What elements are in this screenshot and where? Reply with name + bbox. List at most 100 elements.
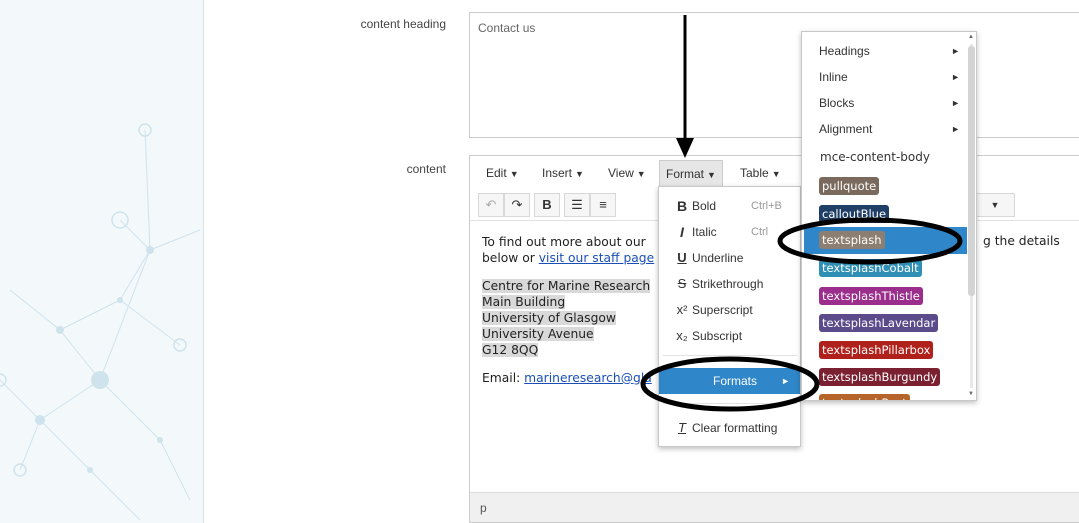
submenu-item-alignment[interactable]: Alignment ►	[802, 116, 968, 142]
address-text: Main Building	[482, 295, 566, 309]
menu-insert[interactable]: Insert ▼	[536, 163, 590, 183]
submenu-item-inline[interactable]: Inline ►	[802, 64, 968, 90]
menu-view-label: View	[608, 166, 634, 180]
style-textsplash-pillarbox[interactable]: textsplashPillarbox	[819, 341, 934, 359]
bold-button[interactable]: B	[534, 193, 560, 217]
bold-icon: B	[676, 198, 688, 214]
content-heading-label: content heading	[360, 17, 446, 31]
style-textsplash-thistle[interactable]: textsplashThistle	[819, 287, 923, 305]
chevron-down-icon: ▼	[509, 169, 519, 179]
editor-menubar: Edit ▼ Insert ▼ View ▼ Format ▼ Table ▼	[470, 156, 1079, 189]
menu-view[interactable]: View ▼	[602, 163, 652, 183]
submenu-item-label: Headings	[819, 44, 870, 58]
address-line: University Avenue	[482, 326, 654, 342]
submenu-item-content-body[interactable]: mce-content-body	[820, 150, 930, 164]
address-text: University of Glasgow	[482, 311, 616, 325]
menu-item-label: Superscript	[692, 303, 753, 317]
menu-item-bold[interactable]: B Bold Ctrl+B	[659, 193, 800, 219]
email-link[interactable]: marineresearch@gla	[524, 371, 652, 385]
superscript-icon: x²	[676, 302, 688, 317]
menu-item-label: Formats	[713, 374, 758, 388]
content-label: content	[406, 162, 446, 176]
menu-item-subscript[interactable]: x₂ Subscript	[659, 323, 800, 349]
chevron-right-icon: ►	[951, 98, 960, 108]
menu-item-label: Underline	[692, 251, 744, 265]
email-line: Email: marineresearch@gla	[482, 370, 654, 386]
style-textsplash-burgundy[interactable]: textsplashBurgundy	[819, 368, 941, 386]
strikethrough-icon: S	[677, 276, 687, 291]
redo-icon[interactable]: ↷	[504, 193, 530, 217]
editor-statusbar: p	[470, 492, 1079, 522]
menu-item-label: Strikethrough	[692, 277, 764, 291]
menu-edit[interactable]: Edit ▼	[480, 163, 525, 183]
chevron-down-icon: ▼	[771, 169, 781, 179]
scroll-up-icon: ▲	[968, 34, 974, 40]
menu-item-label: Bold	[692, 199, 717, 213]
submenu-item-label: Inline	[819, 70, 848, 84]
scrollbar-thumb[interactable]	[968, 46, 975, 296]
submenu-item-label: Alignment	[819, 122, 873, 136]
bullet-list-icon[interactable]: ≡	[590, 193, 616, 217]
side-panel-decoration	[0, 0, 204, 523]
menu-item-label: Italic	[692, 225, 717, 239]
menu-format[interactable]: Format ▼	[659, 160, 723, 189]
style-callout-blue[interactable]: calloutBlue	[819, 205, 890, 223]
chevron-down-icon: ▼	[575, 169, 584, 179]
style-textsplash-rust[interactable]: textsplashRust	[819, 394, 910, 400]
chevron-right-icon: ►	[951, 46, 960, 56]
chevron-right-icon: ►	[781, 376, 790, 386]
shortcut-hint: Ctrl+B	[751, 200, 782, 212]
editor-body[interactable]: To find out more about our below or visi…	[482, 234, 654, 386]
shortcut-hint: Ctrl	[751, 226, 769, 238]
staff-page-link[interactable]: visit our staff page	[539, 251, 654, 265]
address-text: University Avenue	[482, 327, 594, 341]
menu-item-strikethrough[interactable]: S Strikethrough	[659, 271, 800, 297]
menu-item-superscript[interactable]: x² Superscript	[659, 297, 800, 323]
paragraph-line: To find out more about our	[482, 235, 646, 249]
scroll-down-icon: ▼	[968, 391, 974, 397]
address-line: Centre for Marine Research	[482, 278, 654, 294]
style-textsplash[interactable]: textsplash	[819, 231, 885, 249]
content-heading-field[interactable]: Contact us	[469, 12, 1079, 138]
submenu-item-blocks[interactable]: Blocks ►	[802, 90, 968, 116]
address-block: Centre for Marine Research Main Building…	[482, 278, 654, 358]
format-dropdown-menu: B Bold Ctrl+B I Italic Ctrl U Underline …	[658, 186, 801, 447]
paragraph-line-continuation: g the details	[983, 234, 1060, 248]
submenu-item-label: Blocks	[819, 96, 855, 110]
menu-divider	[663, 403, 797, 404]
menu-item-underline[interactable]: U Underline	[659, 245, 800, 271]
chevron-down-icon: ▼	[707, 170, 716, 180]
submenu-scrollbar[interactable]: ▲ ▼	[968, 34, 975, 398]
menu-edit-label: Edit	[486, 166, 507, 180]
chevron-down-icon: ▼	[636, 169, 646, 179]
undo-icon[interactable]: ↶	[478, 193, 504, 217]
style-select[interactable]: ▼	[975, 193, 1015, 217]
style-textsplash-cobalt[interactable]: textsplashCobalt	[819, 259, 922, 277]
menu-table-label: Table	[740, 166, 769, 180]
address-text: G12 8QQ	[482, 343, 539, 357]
address-line: University of Glasgow	[482, 310, 654, 326]
menu-item-formats[interactable]: Formats ►	[659, 368, 800, 394]
menu-table[interactable]: Table ▼	[734, 163, 787, 183]
chevron-right-icon: ►	[951, 72, 960, 82]
paragraph-text: below or	[482, 251, 539, 265]
italic-icon: I	[680, 224, 684, 240]
network-graphic	[0, 123, 201, 521]
submenu-item-headings[interactable]: Headings ►	[802, 38, 968, 64]
paragraph-line: below or visit our staff page	[482, 250, 654, 266]
element-path[interactable]: p	[480, 501, 487, 515]
menu-insert-label: Insert	[542, 166, 573, 180]
style-textsplash-lavendar[interactable]: textsplashLavendar	[819, 314, 939, 332]
align-left-icon[interactable]: ☰	[564, 193, 590, 217]
underline-icon: U	[677, 250, 687, 265]
clear-formatting-icon: T	[678, 420, 686, 435]
menu-item-italic[interactable]: I Italic Ctrl	[659, 219, 800, 245]
chevron-right-icon: ►	[951, 124, 960, 134]
address-line: G12 8QQ	[482, 342, 654, 358]
style-pullquote[interactable]: pullquote	[819, 177, 880, 195]
menu-format-label: Format	[666, 167, 705, 181]
formats-submenu: Headings ► Inline ► Blocks ► Alignment ►…	[801, 31, 977, 401]
subscript-icon: x₂	[676, 328, 688, 343]
menu-item-clear-formatting[interactable]: T Clear formatting	[659, 415, 800, 441]
address-line: Main Building	[482, 294, 654, 310]
